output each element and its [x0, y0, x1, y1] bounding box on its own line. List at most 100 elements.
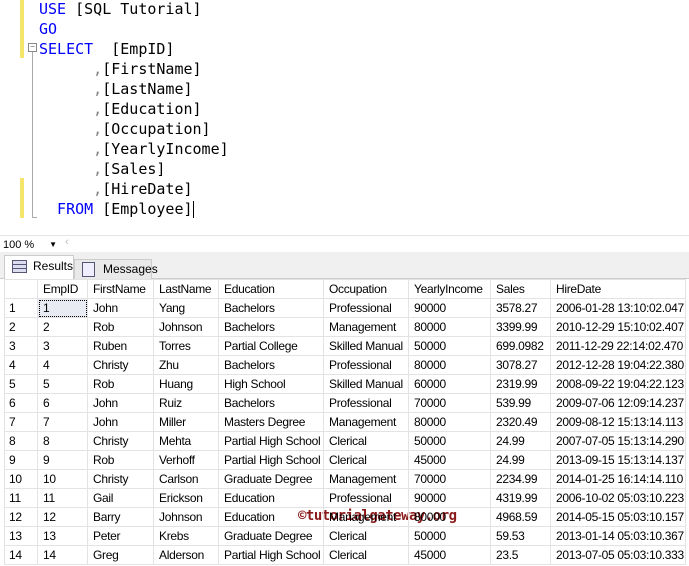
grid-cell[interactable]: Johnson [153, 317, 219, 337]
row-number[interactable]: 3 [4, 336, 38, 356]
grid-cell[interactable]: 90000 [408, 298, 491, 318]
grid-cell[interactable]: Bachelors [218, 393, 324, 413]
grid-cell[interactable]: 10 [37, 469, 88, 489]
query-editor[interactable]: − USE [SQL Tutorial] GO SELECT [EmpID] ,[F… [0, 0, 689, 232]
tab-results[interactable]: Results [4, 255, 74, 279]
row-number[interactable]: 8 [4, 431, 38, 451]
grid-cell[interactable]: 539.99 [490, 393, 551, 413]
grid-cell[interactable]: Professional [323, 488, 409, 508]
grid-cell[interactable]: Erickson [153, 488, 219, 508]
grid-cell[interactable]: Johnson [153, 507, 219, 527]
grid-cell[interactable]: 11 [37, 488, 88, 508]
grid-cell[interactable]: 2006-01-28 13:10:02.047 [550, 298, 686, 318]
table-row[interactable]: 6 6 John Ruiz Bachelors Professional 70000 539.… [4, 393, 686, 413]
zoom-select[interactable]: 100 % ▼ [2, 237, 60, 253]
grid-cell[interactable]: 45000 [408, 450, 491, 470]
grid-cell[interactable]: 2014-01-25 16:14:14.110 [550, 469, 686, 489]
grid-cell[interactable]: Huang [153, 374, 219, 394]
grid-cell[interactable]: 2014-05-15 05:03:10.157 [550, 507, 686, 527]
grid-cell[interactable]: John [87, 412, 154, 432]
grid-cell[interactable]: Management [323, 469, 409, 489]
grid-cell[interactable]: 4968.59 [490, 507, 551, 527]
grid-cell[interactable]: Professional [323, 298, 409, 318]
table-row[interactable]: 8 8 Christy Mehta Partial High School Clerica… [4, 431, 686, 451]
row-number[interactable]: 4 [4, 355, 38, 375]
grid-cell[interactable]: Partial High School [218, 450, 324, 470]
column-header[interactable]: Education [218, 279, 324, 299]
grid-cell[interactable]: John [87, 393, 154, 413]
row-number[interactable]: 6 [4, 393, 38, 413]
grid-cell[interactable]: Partial High School [218, 545, 324, 565]
grid-cell[interactable]: Yang [153, 298, 219, 318]
grid-cell[interactable]: Rob [87, 374, 154, 394]
grid-cell[interactable]: Management [323, 317, 409, 337]
grid-cell[interactable]: Ruiz [153, 393, 219, 413]
table-row[interactable]: 14 14 Greg Alderson Partial High School Cleri… [4, 545, 686, 565]
column-header[interactable] [4, 279, 38, 299]
grid-cell[interactable]: 50000 [408, 431, 491, 451]
grid-cell[interactable]: Bachelors [218, 317, 324, 337]
row-number[interactable]: 12 [4, 507, 38, 527]
grid-cell[interactable]: 8 [37, 431, 88, 451]
row-number[interactable]: 14 [4, 545, 38, 565]
grid-cell[interactable]: 2 [37, 317, 88, 337]
column-header[interactable]: Sales [490, 279, 551, 299]
table-row[interactable]: 9 9 Rob Verhoff Partial High School Clerical 4… [4, 450, 686, 470]
row-number[interactable]: 2 [4, 317, 38, 337]
row-number[interactable]: 9 [4, 450, 38, 470]
grid-cell[interactable]: Krebs [153, 526, 219, 546]
grid-cell[interactable]: 2007-07-05 15:13:14.290 [550, 431, 686, 451]
grid-cell[interactable]: Greg [87, 545, 154, 565]
grid-cell[interactable]: 2010-12-29 15:10:02.407 [550, 317, 686, 337]
grid-cell[interactable]: Mehta [153, 431, 219, 451]
grid-cell[interactable]: 2319.99 [490, 374, 551, 394]
grid-cell[interactable]: Ruben [87, 336, 154, 356]
grid-cell[interactable]: Skilled Manual [323, 336, 409, 356]
scroll-left-icon[interactable]: ‹ [65, 236, 69, 248]
column-header[interactable]: YearlyIncome [408, 279, 491, 299]
table-row[interactable]: 7 7 John Miller Masters Degree Management 8000… [4, 412, 686, 432]
grid-cell[interactable]: 2009-08-12 15:13:14.113 [550, 412, 686, 432]
grid-cell[interactable]: Clerical [323, 450, 409, 470]
grid-cell[interactable]: 2008-09-22 19:04:22.123 [550, 374, 686, 394]
grid-cell[interactable]: Christy [87, 355, 154, 375]
grid-cell[interactable]: Management [323, 507, 409, 527]
grid-cell[interactable]: 2012-12-28 19:04:22.380 [550, 355, 686, 375]
column-header[interactable]: LastName [153, 279, 219, 299]
table-row[interactable]: 3 3 Ruben Torres Partial College Skilled Manu… [4, 336, 686, 356]
grid-cell[interactable]: 59.53 [490, 526, 551, 546]
grid-cell[interactable]: Rob [87, 317, 154, 337]
grid-cell[interactable]: 699.0982 [490, 336, 551, 356]
grid-cell[interactable]: Bachelors [218, 355, 324, 375]
grid-cell[interactable]: 2013-01-14 05:03:10.367 [550, 526, 686, 546]
grid-cell[interactable]: 2234.99 [490, 469, 551, 489]
table-row[interactable]: 13 13 Peter Krebs Graduate Degree Clerical 500… [4, 526, 686, 546]
grid-cell[interactable]: Christy [87, 469, 154, 489]
grid-cell[interactable]: Torres [153, 336, 219, 356]
grid-cell[interactable]: 80000 [408, 355, 491, 375]
grid-cell[interactable]: 3578.27 [490, 298, 551, 318]
grid-cell[interactable]: Barry [87, 507, 154, 527]
grid-cell[interactable]: Partial College [218, 336, 324, 356]
grid-cell[interactable]: High School [218, 374, 324, 394]
collapse-icon[interactable]: − [28, 43, 37, 52]
grid-cell[interactable]: Professional [323, 355, 409, 375]
grid-cell[interactable]: 2011-12-29 22:14:02.470 [550, 336, 686, 356]
grid-cell[interactable]: Graduate Degree [218, 526, 324, 546]
grid-cell[interactable]: 23.5 [490, 545, 551, 565]
tab-messages[interactable]: Messages [74, 259, 158, 279]
table-row[interactable]: 1 1 John Yang Bachelors Professional 90000 3578… [4, 298, 686, 318]
table-row[interactable]: 4 4 Christy Zhu Bachelors Professional 80000 30… [4, 355, 686, 375]
grid-cell[interactable]: 70000 [408, 393, 491, 413]
grid-cell[interactable]: 80000 [408, 412, 491, 432]
grid-cell[interactable]: 90000 [408, 488, 491, 508]
table-row[interactable]: 5 5 Rob Huang High School Skilled Manual 60000… [4, 374, 686, 394]
grid-cell[interactable]: Verhoff [153, 450, 219, 470]
grid-cell[interactable]: 60000 [408, 374, 491, 394]
grid-cell[interactable]: 45000 [408, 545, 491, 565]
grid-cell[interactable]: 2013-07-05 05:03:10.333 [550, 545, 686, 565]
grid-cell[interactable]: 6 [37, 393, 88, 413]
grid-cell[interactable]: 9 [37, 450, 88, 470]
grid-cell[interactable]: 7 [37, 412, 88, 432]
grid-cell[interactable]: John [87, 298, 154, 318]
